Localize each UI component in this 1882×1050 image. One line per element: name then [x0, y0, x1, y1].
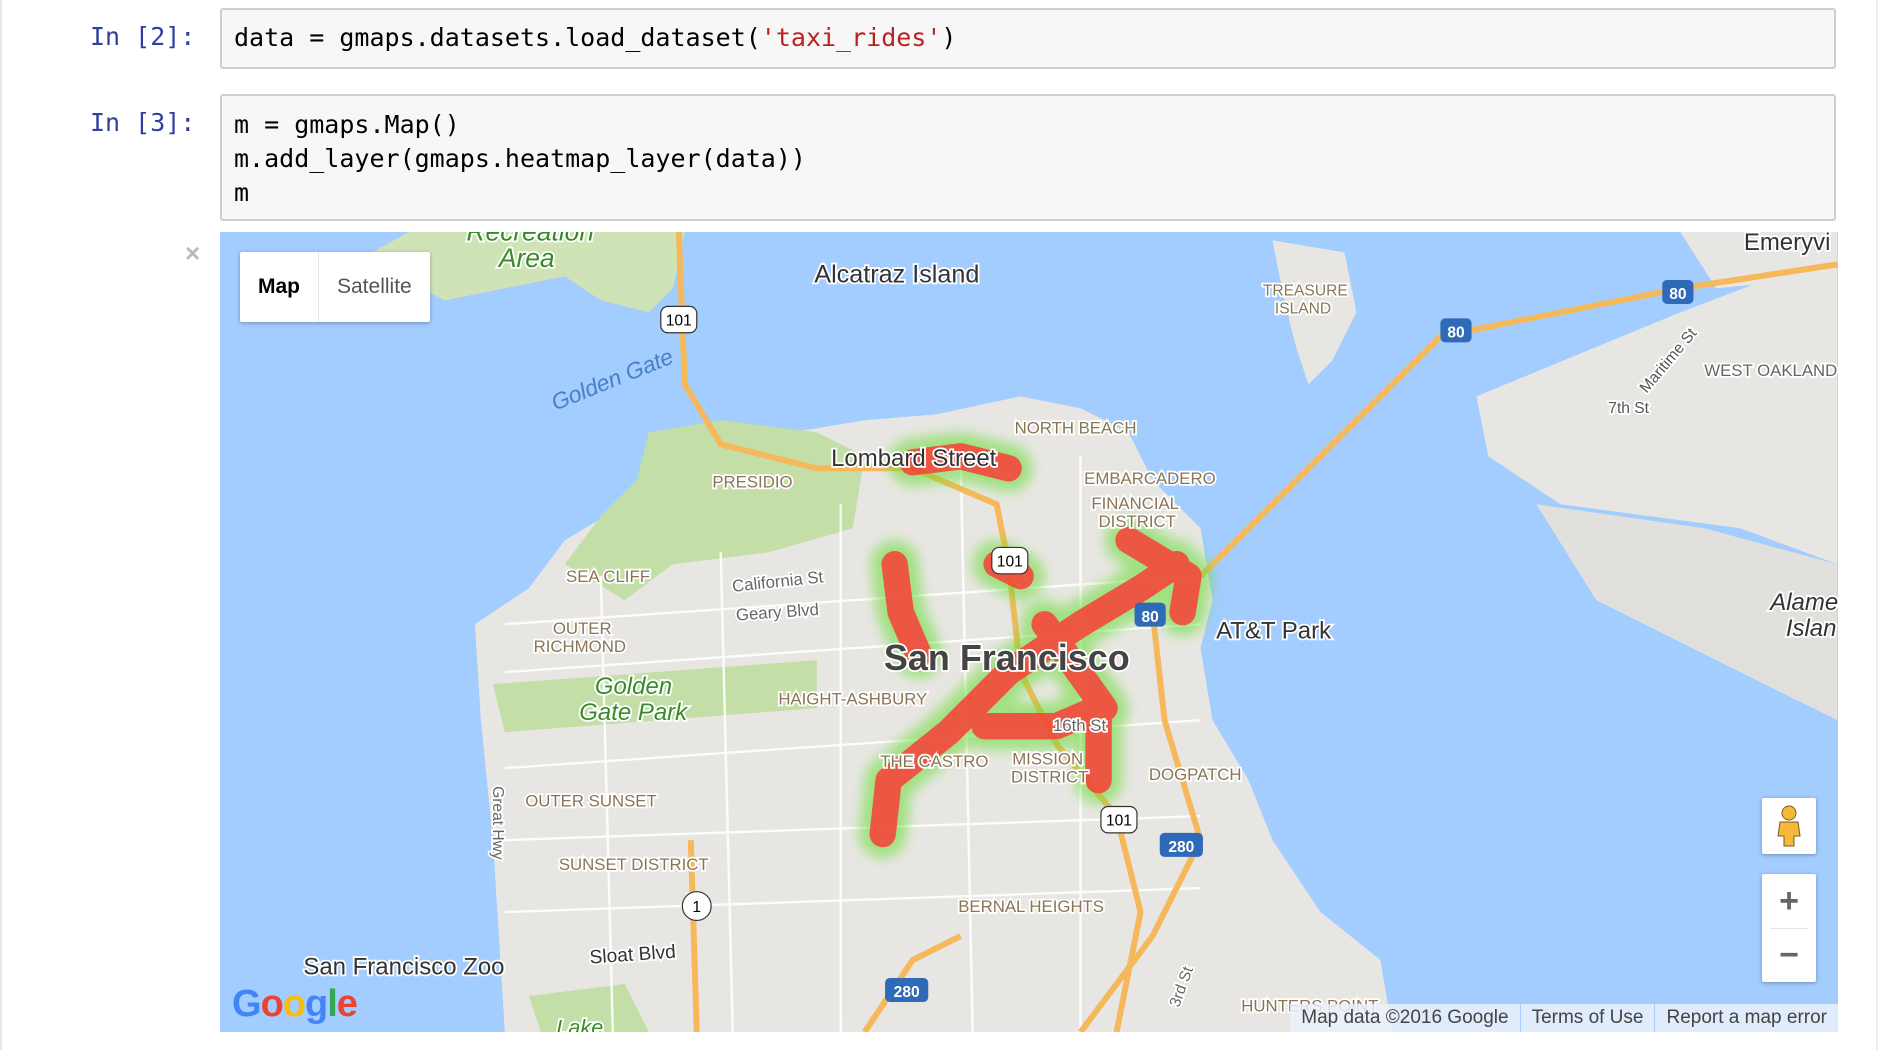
- i280-shield-icon: 280: [1159, 832, 1203, 857]
- i80-shield-icon: 80: [1662, 279, 1694, 304]
- map-label: SEA CLIFF: [566, 567, 650, 586]
- close-output-icon[interactable]: ×: [185, 238, 200, 269]
- map-label: 101: [1106, 813, 1132, 830]
- map-label: Great Hwy: [489, 786, 506, 860]
- input-prompt: In [3]:: [90, 108, 196, 137]
- map-label: WEST OAKLAND: [1704, 361, 1837, 380]
- zoom-control: + −: [1762, 874, 1816, 982]
- map-label: 80: [1141, 609, 1159, 626]
- map-label: BERNAL HEIGHTS: [958, 897, 1104, 916]
- code-text: data = gmaps.datasets.load_dataset(: [234, 23, 761, 52]
- map-shape: [1777, 821, 1801, 847]
- map-label: NORTH BEACH: [1015, 418, 1137, 437]
- map-label: AT&T Park: [1216, 618, 1332, 645]
- map-label: Lombard Street: [831, 445, 997, 472]
- map-label: 1: [692, 899, 701, 916]
- map-label: San Francisco: [884, 637, 1130, 678]
- map-type-satellite-button[interactable]: Satellite: [319, 252, 430, 322]
- map-type-map-button[interactable]: Map: [240, 252, 319, 322]
- map-type-control: Map Satellite: [240, 252, 430, 322]
- map-label: OUTER: [553, 619, 612, 638]
- i80-shield-icon: 80: [1134, 602, 1166, 627]
- map-label: EMBARCADERO: [1084, 469, 1215, 488]
- map-label: San Francisco Zoo: [303, 953, 504, 980]
- code-line: m.add_layer(gmaps.heatmap_layer(data)): [234, 144, 806, 173]
- map-label: Area: [497, 243, 555, 273]
- map-label: 7th St: [1608, 400, 1649, 417]
- code-string: 'taxi_rides': [760, 23, 942, 52]
- map-label: Islan: [1786, 615, 1837, 642]
- map-label: ISLAND: [1275, 301, 1331, 318]
- map-label: PRESIDIO: [712, 472, 792, 491]
- map-label: Lake: [556, 1014, 603, 1032]
- map-label: Alame: [1768, 589, 1838, 616]
- map-footer: Map data ©2016 Google Terms of Use Repor…: [1290, 1004, 1838, 1032]
- map-label: Golden Gate: [547, 343, 676, 415]
- map-label: DISTRICT: [1011, 768, 1088, 787]
- map-label: TREASURE: [1263, 283, 1348, 300]
- map-label: SUNSET DISTRICT: [559, 855, 709, 874]
- map-label: Emeryvi: [1744, 232, 1831, 256]
- map-label: Gate Park: [579, 699, 688, 726]
- us101-shield-icon: 101: [1100, 805, 1138, 834]
- google-logo: Google: [232, 983, 358, 1025]
- map-label: 101: [666, 313, 692, 330]
- map-label: DOGPATCH: [1149, 765, 1242, 784]
- code-line: m = gmaps.Map(): [234, 110, 460, 139]
- map-label: 280: [894, 984, 920, 1001]
- zoom-out-button[interactable]: −: [1762, 928, 1816, 982]
- us101-shield-icon: 101: [991, 546, 1029, 575]
- report-map-error-link[interactable]: Report a map error: [1654, 1004, 1838, 1032]
- map-widget[interactable]: 101 101 101 80 80 80 280 280 1 Recreatio…: [220, 232, 1838, 1032]
- map-label: 80: [1669, 286, 1687, 303]
- map-data-attribution: Map data ©2016 Google: [1301, 1007, 1509, 1028]
- map-label: FINANCIAL: [1091, 494, 1179, 513]
- i280-shield-icon: 280: [885, 978, 929, 1003]
- map-label: 80: [1447, 325, 1465, 342]
- map-label: MISSION: [1012, 750, 1083, 769]
- pegman-icon: [1777, 805, 1801, 847]
- land-oakland: [1476, 252, 1838, 565]
- code-line: m: [234, 178, 250, 207]
- map-canvas[interactable]: 101 101 101 80 80 80 280 280 1 Recreatio…: [220, 232, 1838, 1032]
- map-label: 16th St: [1053, 716, 1107, 735]
- map-label: 101: [997, 554, 1023, 571]
- map-label: THE CASTRO: [880, 752, 988, 771]
- code-cell-2[interactable]: data = gmaps.datasets.load_dataset('taxi…: [220, 8, 1836, 69]
- code-text: ): [941, 23, 957, 52]
- map-label: HAIGHT-ASHBURY: [778, 690, 927, 709]
- map-label: Golden: [595, 673, 672, 700]
- map-label: RICHMOND: [534, 637, 626, 656]
- ca1-shield-icon: 1: [681, 891, 712, 922]
- map-label: 280: [1168, 839, 1194, 856]
- map-shape: [1781, 805, 1797, 821]
- us101-shield-icon: 101: [660, 305, 698, 334]
- notebook-border: [0, 0, 2, 1050]
- zoom-in-button[interactable]: +: [1762, 874, 1816, 928]
- input-prompt: In [2]:: [90, 22, 196, 51]
- street-view-pegman-button[interactable]: [1762, 798, 1816, 854]
- terms-of-use-link[interactable]: Terms of Use: [1519, 1004, 1655, 1032]
- map-label: Alcatraz Island: [814, 260, 979, 288]
- i80-shield-icon: 80: [1440, 318, 1472, 343]
- zoom-divider: [1770, 928, 1808, 929]
- notebook-border: [1876, 0, 1878, 1050]
- map-label: DISTRICT: [1099, 512, 1176, 531]
- code-cell-3[interactable]: m = gmaps.Map() m.add_layer(gmaps.heatma…: [220, 94, 1836, 221]
- map-label: OUTER SUNSET: [525, 792, 656, 811]
